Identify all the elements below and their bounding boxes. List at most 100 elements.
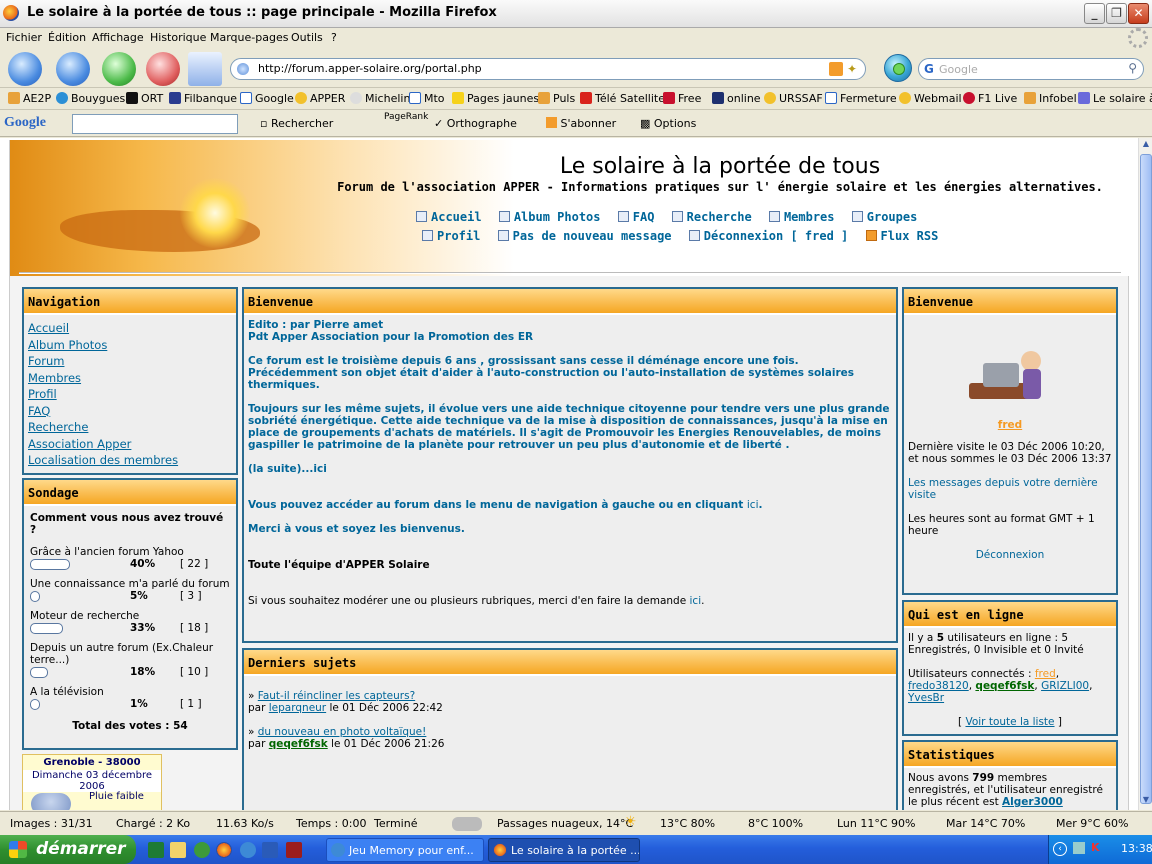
nav-link-profil[interactable]: Profil [28,387,232,404]
menu-edition[interactable]: Édition [48,31,86,44]
go-button[interactable] [884,54,912,82]
bookmark-item[interactable]: Pages jaunes [452,92,539,105]
username-link[interactable]: fred [998,419,1022,431]
menu-outils[interactable]: Outils [291,31,323,44]
bookmark-item[interactable]: Google [240,92,294,105]
online-user-link[interactable]: YvesBr [908,692,944,704]
bookmark-item[interactable]: Mto [409,92,445,105]
stop-icon[interactable] [146,52,180,86]
nav-link-recherche[interactable]: Recherche [28,420,232,437]
app-icon[interactable] [286,842,302,858]
antivirus-icon[interactable]: K [1091,841,1100,854]
weather-forecast-5[interactable]: Mer 9°C 60% [1056,817,1128,830]
online-user-link[interactable]: fred [1035,668,1056,680]
folder-icon[interactable] [170,842,186,858]
ie-icon[interactable] [240,842,256,858]
bookmark-item[interactable]: F1 Live [963,92,1017,105]
bookmark-item[interactable]: online [712,92,761,105]
bookmark-item[interactable]: AE2P [8,92,51,105]
latest-topic-link[interactable]: Faut-il réincliner les capteurs? [258,690,415,702]
logout-link[interactable]: Déconnexion [908,549,1112,561]
bookmark-item[interactable]: Free [663,92,701,105]
bookmark-item[interactable]: Fermeture [825,92,897,105]
bookmark-item[interactable]: Bouygues [56,92,125,105]
bookmark-item[interactable]: Le solaire à [1078,92,1152,105]
bookmark-star-icon[interactable]: ✦ [847,62,861,76]
latest-author-link[interactable]: qeqef6fsk [269,738,328,750]
tray-expand-icon[interactable]: ‹ [1053,842,1067,856]
menu-affichage[interactable]: Affichage [92,31,144,44]
network-icon[interactable] [1073,842,1085,854]
taskbar-item-active[interactable]: Le solaire à la portée ... [488,838,640,862]
header-link-recherche[interactable]: Recherche [671,210,752,224]
google-toolbar-input[interactable] [72,114,238,134]
app-icon[interactable] [194,842,210,858]
weather-forecast-4[interactable]: Mar 14°C 70% [946,817,1025,830]
excel-icon[interactable] [148,842,164,858]
weather-forecast-1[interactable]: 13°C 80% [660,817,715,830]
latest-author-link[interactable]: leparqneur [269,702,326,714]
menu-marque-pages[interactable]: Marque-pages [210,31,288,44]
header-link-accueil[interactable]: Accueil [416,210,482,224]
bookmark-item[interactable]: Puls [538,92,575,105]
nav-link-forum[interactable]: Forum [28,354,232,371]
header-link-messages[interactable]: Pas de nouveau message [497,229,672,243]
header-link-faq[interactable]: FAQ [617,210,654,224]
reload-icon[interactable] [102,52,136,86]
clock[interactable]: 13:38 [1121,842,1152,855]
home-icon[interactable] [188,52,222,86]
weather-now[interactable]: Passages nuageux, 14°C [497,817,633,830]
bookmark-item[interactable]: Michelin [350,92,410,105]
header-link-profil[interactable]: Profil [422,229,480,243]
weather-widget[interactable]: Grenoble - 38000 Dimanche 03 décembre 20… [22,754,162,810]
nav-link-faq[interactable]: FAQ [28,404,232,421]
bookmark-item[interactable]: Filbanque [169,92,237,105]
online-user-link[interactable]: GRIZLI00 [1041,680,1089,692]
header-link-rss[interactable]: Flux RSS [865,229,938,243]
scroll-down-arrow-icon[interactable]: ▼ [1140,795,1152,808]
back-arrow-icon[interactable] [8,52,42,86]
google-rechercher-button[interactable]: ▫ Rechercher [260,117,333,130]
bookmark-item[interactable]: ORT [126,92,163,105]
nav-link-localisation[interactable]: Localisation des membres [28,453,232,470]
forward-arrow-icon[interactable] [56,52,90,86]
search-box[interactable]: G Google ⚲ [918,58,1144,80]
bookmark-item[interactable]: Webmail [899,92,962,105]
latest-topic-link[interactable]: du nouveau en photo voltaïque! [258,726,427,738]
nav-link-accueil[interactable]: Accueil [28,321,232,338]
header-link-groupes[interactable]: Groupes [851,210,917,224]
welcome-ici-link[interactable]: ici [747,499,759,511]
start-button[interactable]: démarrer [0,835,136,864]
window-titlebar[interactable]: Le solaire à la portée de tous :: page p… [0,0,1152,28]
bookmark-item[interactable]: Télé Satellite [580,92,665,105]
newest-member-link[interactable]: Alger3000 [1002,796,1063,808]
online-user-link[interactable]: qeqef6fsk [975,680,1034,692]
nav-link-association[interactable]: Association Apper [28,437,232,454]
header-link-deconnexion[interactable]: Déconnexion [ fred ] [688,229,848,243]
menu-historique[interactable]: Historique [150,31,206,44]
search-magnifier-icon[interactable]: ⚲ [1128,61,1137,75]
options-button[interactable]: ▩ Options [640,117,696,130]
vertical-scrollbar[interactable]: ▲ ▼ [1138,138,1152,810]
rss-icon[interactable] [829,62,843,76]
extension-icon[interactable] [452,817,482,831]
nav-link-membres[interactable]: Membres [28,371,232,388]
weather-forecast-3[interactable]: Lun 11°C 90% [837,817,916,830]
header-link-membres[interactable]: Membres [768,210,835,224]
orthographe-button[interactable]: ✓ Orthographe [434,117,517,130]
scrollbar-thumb[interactable] [1140,154,1152,804]
taskbar-item[interactable]: Jeu Memory pour enf... [326,838,484,862]
online-user-link[interactable]: fredo38120 [908,680,969,692]
bookmark-item[interactable]: Infobel [1024,92,1077,105]
minimize-button[interactable]: _ [1084,3,1105,24]
maximize-button[interactable]: ❐ [1106,3,1127,24]
bookmark-item[interactable]: APPER [295,92,345,105]
header-link-album[interactable]: Album Photos [498,210,601,224]
see-all-online-link[interactable]: Voir toute la liste [965,716,1054,728]
menu-help[interactable]: ? [331,31,337,44]
firefox-launch-icon[interactable] [216,842,232,858]
new-messages-link[interactable]: Les messages depuis votre dernière visit… [908,477,1112,501]
nav-link-album[interactable]: Album Photos [28,338,232,355]
welcome-moderer-ici-link[interactable]: ici [690,595,702,607]
menu-fichier[interactable]: Fichier [6,31,42,44]
